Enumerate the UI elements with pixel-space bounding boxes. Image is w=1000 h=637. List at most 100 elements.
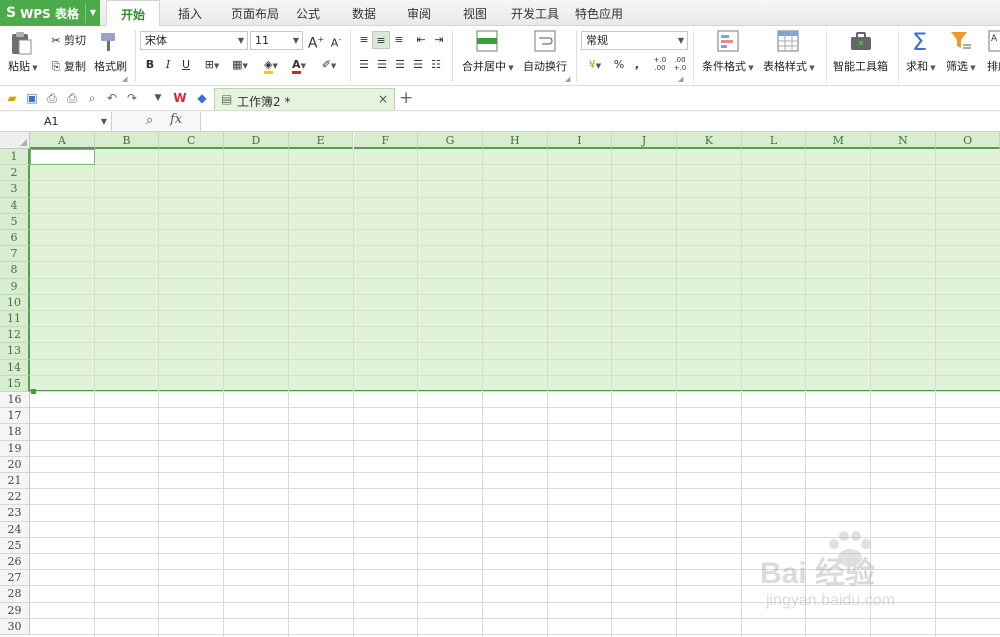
underline-button[interactable]: U [177, 56, 195, 74]
toolbox-icon[interactable] [849, 30, 873, 55]
tab-insert[interactable]: 插入 [168, 0, 212, 26]
borders-button[interactable]: ⊞▼ [200, 56, 224, 74]
cloud-box-icon[interactable]: ◆ [194, 90, 210, 106]
search-icon[interactable]: ⌕ [146, 113, 153, 128]
row-header[interactable]: 3 [0, 181, 30, 198]
row-header[interactable]: 5 [0, 213, 30, 230]
font-name-select[interactable]: 宋体 ▼ [140, 31, 248, 50]
cell-area[interactable] [30, 149, 1000, 637]
distributed-button[interactable]: ☷ [427, 56, 445, 74]
column-header[interactable]: J [612, 132, 677, 149]
row-header[interactable]: 9 [0, 278, 30, 295]
column-header[interactable]: H [482, 132, 548, 149]
alignment-expand-icon[interactable]: ◢ [565, 75, 570, 83]
row-header[interactable]: 21 [0, 473, 30, 490]
row-header[interactable]: 11 [0, 311, 30, 328]
row-header[interactable]: 15 [0, 375, 30, 392]
font-grow-button[interactable]: A+ [307, 31, 325, 52]
increase-indent-button[interactable]: ⇥ [430, 31, 448, 49]
wps-office-icon[interactable]: W [172, 90, 188, 106]
percent-button[interactable]: % [610, 56, 628, 74]
insert-function-icon[interactable]: fx [170, 112, 182, 127]
column-header[interactable]: O [935, 132, 1000, 149]
select-all-button[interactable] [0, 132, 30, 149]
column-header[interactable]: B [94, 132, 160, 149]
new-tab-button[interactable]: + [399, 88, 413, 108]
merge-icon[interactable] [476, 30, 498, 55]
row-header[interactable]: 14 [0, 359, 30, 376]
row-header[interactable]: 7 [0, 246, 30, 263]
italic-button[interactable]: I [159, 56, 177, 74]
row-header[interactable]: 26 [0, 554, 30, 571]
sum-icon[interactable]: Σ [912, 28, 927, 56]
column-header[interactable]: C [159, 132, 225, 149]
fill-handle[interactable] [31, 389, 36, 394]
format-painter-icon[interactable] [98, 30, 122, 57]
row-header[interactable]: 13 [0, 343, 30, 360]
redo-icon[interactable]: ↷ [124, 90, 140, 106]
tab-view[interactable]: 视图 [457, 0, 493, 26]
column-header[interactable]: G [418, 132, 483, 149]
table-style-icon[interactable] [777, 30, 799, 55]
column-header[interactable]: K [677, 132, 742, 149]
wrap-text-icon[interactable] [534, 30, 556, 55]
active-cell[interactable] [30, 149, 95, 165]
tab-developer[interactable]: 开发工具 [508, 0, 562, 26]
clear-format-button[interactable]: ✐▼ [316, 56, 342, 74]
row-header[interactable]: 10 [0, 294, 30, 311]
clipboard-expand-icon[interactable]: ◢ [122, 75, 127, 83]
number-format-select[interactable]: 常规 ▼ [581, 31, 688, 50]
row-header[interactable]: 1 [0, 149, 30, 166]
conditional-format-icon[interactable] [717, 30, 739, 55]
row-header[interactable]: 17 [0, 408, 30, 425]
merge-center-button[interactable]: 合并居中 ▼ [462, 58, 514, 74]
print-icon[interactable]: ⎙ [64, 90, 80, 106]
justify-button[interactable]: ☰ [409, 56, 427, 74]
fill-color-button[interactable]: ◈▼ [258, 56, 284, 74]
sort-icon[interactable]: A [988, 30, 1000, 55]
row-header[interactable]: 2 [0, 165, 30, 182]
row-header[interactable]: 18 [0, 424, 30, 441]
tab-review[interactable]: 审阅 [401, 0, 437, 26]
decrease-indent-button[interactable]: ⇤ [412, 31, 430, 49]
paste-icon[interactable] [8, 30, 34, 59]
row-header[interactable]: 30 [0, 618, 30, 635]
font-color-button[interactable]: A▼ [286, 56, 312, 74]
row-header[interactable]: 19 [0, 440, 30, 457]
row-header[interactable]: 8 [0, 262, 30, 279]
row-header[interactable]: 20 [0, 456, 30, 473]
row-header[interactable]: 24 [0, 521, 30, 538]
table-style-button[interactable]: 表格样式 ▼ [763, 58, 815, 74]
name-box[interactable]: A1 ▼ [0, 112, 112, 131]
column-header[interactable]: F [353, 132, 419, 149]
sum-button[interactable]: 求和 ▼ [906, 58, 936, 74]
tab-data[interactable]: 数据 [346, 0, 382, 26]
row-header[interactable]: 16 [0, 392, 30, 409]
copy-button[interactable]: ⎘ 复制 [48, 58, 86, 74]
wrap-text-button[interactable]: 自动换行 [523, 58, 567, 74]
conditional-format-button[interactable]: 条件格式 ▼ [702, 58, 754, 74]
tab-formulas[interactable]: 公式 [290, 0, 326, 26]
cut-button[interactable]: ✂ 剪切 [48, 32, 86, 48]
customize-toolbar-icon[interactable]: ▼ [150, 90, 166, 106]
filter-button[interactable]: 筛选 ▼ [946, 58, 976, 74]
row-header[interactable]: 29 [0, 602, 30, 619]
tab-special-apps[interactable]: 特色应用 [572, 0, 626, 26]
smart-toolbox-button[interactable]: 智能工具箱 [833, 58, 888, 74]
paste-button[interactable]: 粘贴 ▼ [8, 58, 38, 74]
align-center-button[interactable]: ☰ [373, 56, 391, 74]
export-pdf-icon[interactable]: ⎙ [44, 90, 60, 106]
font-size-select[interactable]: 11 ▼ [250, 31, 303, 50]
undo-icon[interactable]: ↶ [104, 90, 120, 106]
row-header[interactable]: 22 [0, 489, 30, 506]
column-header[interactable]: L [741, 132, 807, 149]
save-icon[interactable]: ▣ [24, 90, 40, 106]
comma-button[interactable]: , [628, 56, 646, 74]
currency-button[interactable]: ¥▼ [582, 56, 608, 74]
column-header[interactable]: N [871, 132, 936, 149]
align-bottom-button[interactable]: ≡ [390, 31, 408, 49]
column-header[interactable]: E [288, 132, 354, 149]
column-header[interactable]: A [30, 132, 95, 149]
increase-decimal-button[interactable]: +.0 .00 [650, 56, 670, 74]
filter-icon[interactable] [950, 30, 972, 55]
